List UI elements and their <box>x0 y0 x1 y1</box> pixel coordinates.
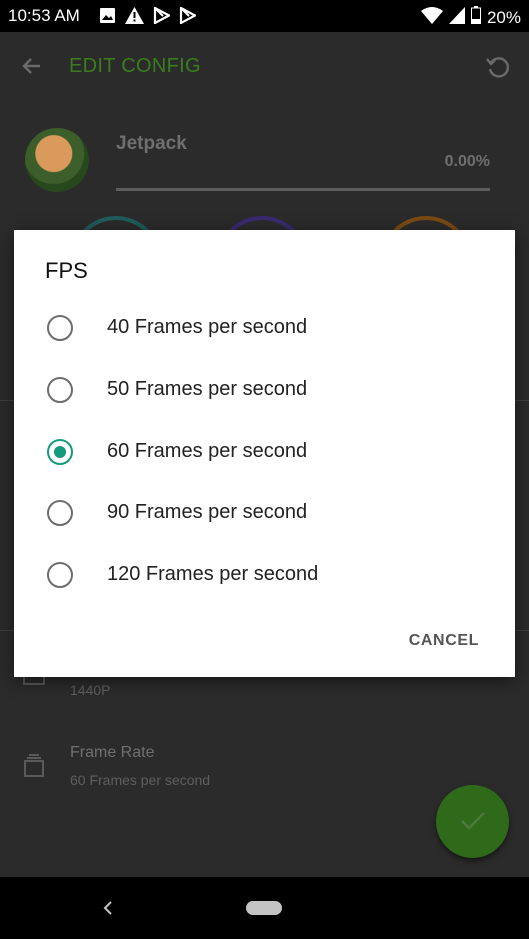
status-time: 10:53 AM <box>8 6 80 25</box>
frame-rate-setting[interactable]: Frame Rate 60 Frames per second <box>0 740 529 800</box>
resolution-value: 1440P <box>70 682 111 698</box>
play-store-icon <box>179 6 198 29</box>
option-label: 120 Frames per second <box>107 563 319 585</box>
save-fab-button[interactable] <box>436 785 509 858</box>
game-progress-bar <box>116 188 490 191</box>
frame-rate-value: 60 Frames per second <box>70 772 211 788</box>
radio-button[interactable] <box>47 500 73 526</box>
fps-option-60[interactable]: 60 Frames per second <box>14 423 515 483</box>
warning-icon <box>125 7 144 29</box>
option-label: 50 Frames per second <box>107 378 308 400</box>
check-icon <box>461 812 485 830</box>
frame-rate-label: Frame Rate <box>70 744 155 761</box>
fps-option-120[interactable]: 120 Frames per second <box>14 546 515 606</box>
app-bar: EDIT CONFIG <box>0 32 529 102</box>
fps-option-50[interactable]: 50 Frames per second <box>14 361 515 421</box>
radio-button[interactable] <box>47 377 73 403</box>
dialog-title: FPS <box>45 258 88 283</box>
radio-button[interactable] <box>47 562 73 588</box>
play-store-icon <box>153 6 172 29</box>
image-icon <box>99 7 116 29</box>
system-icons: 20% <box>420 6 521 29</box>
wifi-icon <box>420 6 443 29</box>
nav-back-icon[interactable] <box>101 898 115 923</box>
option-label: 90 Frames per second <box>107 501 308 523</box>
frame-rate-icon <box>23 754 45 783</box>
nav-home-pill-icon[interactable] <box>246 901 282 915</box>
game-name: Jetpack <box>116 133 187 154</box>
cancel-button[interactable]: CANCEL <box>409 632 479 650</box>
battery-percent: 20% <box>486 7 521 27</box>
page-title: EDIT CONFIG <box>69 55 201 77</box>
option-label: 60 Frames per second <box>107 440 308 462</box>
fps-dialog: FPS 40 Frames per second 50 Frames per s… <box>14 230 515 677</box>
arrow-back-icon[interactable] <box>20 54 44 83</box>
signal-icon <box>448 6 465 29</box>
game-avatar <box>25 128 89 192</box>
fps-option-40[interactable]: 40 Frames per second <box>14 299 515 359</box>
battery-icon <box>470 6 481 29</box>
restore-icon[interactable] <box>485 54 511 85</box>
game-percent: 0.00% <box>444 153 490 170</box>
notification-icons <box>99 6 198 29</box>
status-bar: 10:53 AM 20% <box>0 0 529 32</box>
fps-option-90[interactable]: 90 Frames per second <box>14 484 515 544</box>
option-label: 40 Frames per second <box>107 316 308 338</box>
radio-button[interactable] <box>47 439 73 465</box>
navigation-bar <box>0 877 529 939</box>
radio-button[interactable] <box>47 315 73 341</box>
game-header: Jetpack 0.00% <box>0 102 529 222</box>
